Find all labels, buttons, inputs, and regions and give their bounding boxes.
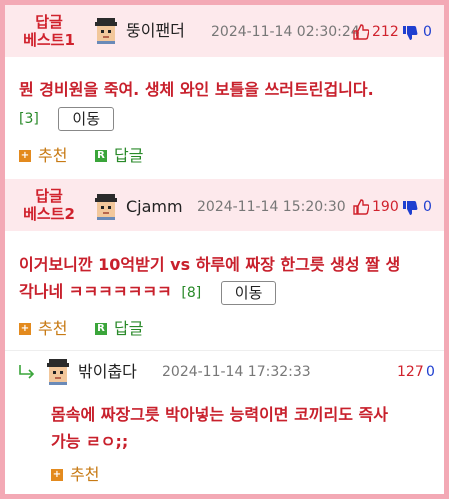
comment-datetime: 2024-11-14 02:30:24 xyxy=(211,24,360,40)
r-box-icon: R xyxy=(95,150,107,162)
reply-label: 답글 xyxy=(114,319,144,338)
plus-box-icon: + xyxy=(51,469,63,481)
reply-text-line2: 가능 ㄹㅇ;; xyxy=(51,432,129,451)
reply-button[interactable]: R 답글 xyxy=(95,319,143,339)
comment-content: 뭔 경비원을 죽여. 생체 와인 보틀을 쓰러트린겁니다. [3] 이동 xyxy=(19,76,439,133)
reply-count: [3] xyxy=(19,111,39,127)
move-button[interactable]: 이동 xyxy=(220,280,277,305)
r-box-icon: R xyxy=(95,323,107,335)
recommend-button[interactable]: + 추천 xyxy=(19,319,67,339)
upvote-count: 190 xyxy=(372,199,399,215)
thumb-up-icon[interactable] xyxy=(353,199,369,215)
recommend-button[interactable]: + 추천 xyxy=(51,465,99,485)
move-button[interactable]: 이동 xyxy=(58,106,115,131)
downvote-count: 0 xyxy=(423,24,432,40)
best-comment-header: 답글 베스트1 뚱이팬더 2024-11-14 02:30:24 212 0 xyxy=(5,5,444,57)
plus-box-icon: + xyxy=(19,150,31,162)
comment-text-line1: 이거보니깐 10억받기 vs 하루에 짜장 한그릇 생성 짤 생 xyxy=(19,255,401,274)
plus-box-icon: + xyxy=(19,323,31,335)
recommend-label: 추천 xyxy=(70,465,100,484)
best-label: 답글 베스트1 xyxy=(9,13,89,49)
reply-arrow-icon xyxy=(19,365,35,379)
avatar[interactable] xyxy=(93,18,119,44)
best-label-line2: 베스트2 xyxy=(23,205,75,223)
comment-text-line2: 각나네 ㅋㅋㅋㅋㅋㅋㅋ xyxy=(19,282,172,301)
divider xyxy=(5,350,444,351)
comment-datetime: 2024-11-14 15:20:30 xyxy=(197,199,346,215)
best-comment-header: 답글 베스트2 Cjamm 2024-11-14 15:20:30 190 0 xyxy=(5,179,444,231)
recommend-label: 추천 xyxy=(38,146,68,165)
comment-text: 뭔 경비원을 죽여. 생체 와인 보틀을 쓰러트린겁니다. xyxy=(19,80,374,99)
comment-content: 이거보니깐 10억받기 vs 하루에 짜장 한그릇 생성 짤 생 각나네 ㅋㅋㅋ… xyxy=(19,251,439,307)
avatar[interactable] xyxy=(45,359,71,385)
reply-label: 답글 xyxy=(114,146,144,165)
downvote-count: 0 xyxy=(423,199,432,215)
reply-count: [8] xyxy=(181,285,202,301)
reply-content: 몸속에 짜장그릇 박아넣는 능력이면 코끼리도 즉사 가능 ㄹㅇ;; xyxy=(51,401,441,455)
comment-list: 답글 베스트1 뚱이팬더 2024-11-14 02:30:24 212 0 뭔… xyxy=(5,5,444,494)
upvote-count: 212 xyxy=(372,24,399,40)
thumb-down-icon[interactable] xyxy=(402,200,418,216)
recommend-button[interactable]: + 추천 xyxy=(19,146,67,166)
downvote-count: 0 xyxy=(426,364,435,380)
author-nickname[interactable]: 밖이춥다 xyxy=(78,362,137,382)
best-label: 답글 베스트2 xyxy=(9,187,89,223)
recommend-label: 추천 xyxy=(38,319,68,338)
upvote-count: 127 xyxy=(397,364,424,380)
avatar[interactable] xyxy=(93,194,119,220)
best-label-line2: 베스트1 xyxy=(23,31,75,49)
author-nickname[interactable]: 뚱이팬더 xyxy=(126,21,185,41)
best-label-line1: 답글 xyxy=(35,187,63,205)
reply-text-line1: 몸속에 짜장그릇 박아넣는 능력이면 코끼리도 즉사 xyxy=(51,405,388,424)
thumb-up-icon[interactable] xyxy=(353,24,369,40)
comment-datetime: 2024-11-14 17:32:33 xyxy=(162,364,311,380)
author-nickname[interactable]: Cjamm xyxy=(126,197,183,217)
best-label-line1: 답글 xyxy=(35,13,63,31)
thumb-down-icon[interactable] xyxy=(402,25,418,41)
reply-button[interactable]: R 답글 xyxy=(95,146,143,166)
